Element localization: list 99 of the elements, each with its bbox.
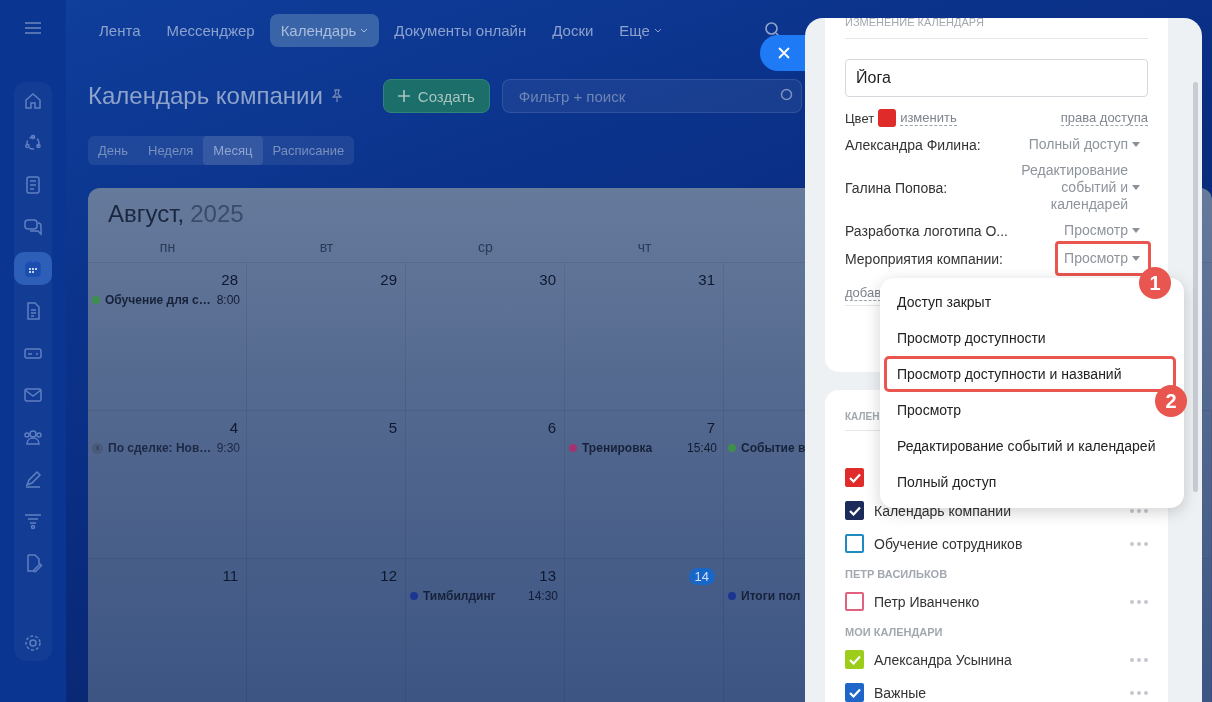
home-icon[interactable] xyxy=(23,90,43,111)
color-swatch[interactable] xyxy=(878,109,897,127)
check-icon xyxy=(848,687,861,698)
caret-icon xyxy=(1132,185,1140,190)
more-icon[interactable] xyxy=(1130,657,1148,662)
nodes-icon[interactable] xyxy=(23,132,43,153)
info-icon xyxy=(92,442,103,454)
check-icon xyxy=(848,505,861,516)
event-title[interactable]: Тренировка xyxy=(582,441,653,455)
calendar-name[interactable]: Александра Усынина xyxy=(874,651,1012,668)
caret-icon xyxy=(1132,228,1140,233)
view-tab[interactable]: Неделя xyxy=(138,136,204,165)
color-label: Цвет xyxy=(845,110,875,126)
group-heading: ПЕТР ВАСИЛЬКОВ xyxy=(845,567,949,582)
event-title[interactable]: Событие в xyxy=(741,441,806,455)
access-name: Разработка логотипа О... xyxy=(845,222,1008,239)
weekday-label: вт xyxy=(318,239,335,255)
group-heading: МОИ КАЛЕНДАРИ xyxy=(845,625,944,640)
calendar-icon[interactable] xyxy=(23,258,43,279)
day-number: 13 xyxy=(539,567,556,584)
more-icon[interactable] xyxy=(1130,541,1148,546)
check-icon xyxy=(848,472,861,483)
nav-item[interactable]: Мессенджер xyxy=(155,13,266,47)
today-badge: 14 xyxy=(688,568,715,585)
access-name: Александра Филина: xyxy=(845,136,981,153)
month-title: Август, xyxy=(108,200,185,227)
calendar-checkbox[interactable] xyxy=(845,501,864,520)
calendar-name[interactable]: Петр Иванченко xyxy=(874,593,980,610)
event-title[interactable]: Итоги пол xyxy=(741,589,801,603)
calendar-name[interactable]: Важные xyxy=(874,684,927,701)
day-number: 29 xyxy=(380,271,397,288)
menu-option[interactable]: Просмотр xyxy=(880,392,978,428)
more-icon[interactable] xyxy=(1130,690,1148,695)
menu-icon[interactable] xyxy=(25,22,41,34)
day-number: 6 xyxy=(547,419,556,436)
view-tab[interactable]: День xyxy=(88,136,138,165)
plus-icon xyxy=(397,90,410,102)
access-name: Галина Попова: xyxy=(845,179,948,196)
weekday-label: ср xyxy=(477,239,494,255)
menu-option[interactable]: Просмотр доступности xyxy=(880,320,1063,356)
day-number: 7 xyxy=(706,419,715,436)
view-tab[interactable]: Расписание xyxy=(262,136,355,165)
event-title[interactable]: Тимбилдинг xyxy=(423,589,496,603)
weekday-label: пн xyxy=(158,239,177,255)
event-time: 9:30 xyxy=(216,441,240,455)
close-button[interactable] xyxy=(760,35,805,71)
menu-option[interactable]: Редактирование событий и календарей xyxy=(880,428,1173,464)
calendar-checkbox[interactable] xyxy=(845,683,864,702)
day-number: 30 xyxy=(539,271,556,288)
menu-option[interactable]: Доступ закрыт xyxy=(880,284,1009,320)
caret-icon xyxy=(1132,142,1140,147)
event-title[interactable]: Обучение для с… xyxy=(105,293,211,307)
gear-icon[interactable] xyxy=(23,632,43,653)
access-rights-link[interactable]: права доступа xyxy=(1060,110,1148,126)
name-field[interactable]: Йога xyxy=(845,59,1148,97)
access-level-dropdown[interactable]: Просмотр xyxy=(1064,222,1140,239)
create-button[interactable]: Создать xyxy=(382,79,490,113)
access-level-dropdown[interactable]: Полный доступ xyxy=(1028,136,1140,153)
check-icon xyxy=(848,654,861,665)
newspaper-icon[interactable] xyxy=(23,174,43,195)
menu-option[interactable]: Просмотр доступности и названий xyxy=(884,356,1176,392)
weekday-label: чт xyxy=(636,239,653,255)
calendar-checkbox[interactable] xyxy=(845,468,864,487)
calendar-checkbox[interactable] xyxy=(845,592,864,611)
access-name: Мероприятия компании: xyxy=(845,250,1003,267)
day-number: 12 xyxy=(380,567,397,584)
access-level-dropdown[interactable]: Редактирование событий и календарей xyxy=(1006,162,1140,213)
day-number: 4 xyxy=(229,419,238,436)
chat-icon[interactable] xyxy=(23,216,43,237)
change-link[interactable]: изменить xyxy=(900,110,957,126)
close-icon xyxy=(778,47,790,59)
nav-item[interactable]: Доски xyxy=(541,13,605,47)
event-title[interactable]: По сделке: Нов… xyxy=(108,441,212,455)
calendar-name[interactable]: Календарь компании xyxy=(874,502,1011,519)
nav-item[interactable]: Еще xyxy=(608,13,673,47)
nav-item[interactable]: Календарь xyxy=(269,13,380,47)
calendar-checkbox[interactable] xyxy=(845,650,864,669)
menu-option[interactable]: Полный доступ xyxy=(880,464,1014,500)
day-number: 5 xyxy=(388,419,397,436)
calendar-name[interactable]: Обучение сотрудников xyxy=(874,535,1023,552)
more-icon[interactable] xyxy=(1130,599,1148,604)
event-time: 14:30 xyxy=(527,589,558,603)
calendar-checkbox[interactable] xyxy=(845,534,864,553)
caret-icon xyxy=(1132,256,1140,261)
day-number: 28 xyxy=(221,271,238,288)
event-time: 8:00 xyxy=(216,293,240,307)
pen-icon[interactable] xyxy=(23,468,43,489)
section-heading: ИЗМЕНЕНИЕ КАЛЕНДАРЯ xyxy=(845,18,1148,39)
view-tab[interactable]: Месяц xyxy=(203,136,263,165)
nav-item[interactable]: Лента xyxy=(88,13,152,47)
day-number: 31 xyxy=(698,271,715,288)
more-icon[interactable] xyxy=(1130,508,1148,513)
day-number: 11 xyxy=(222,567,238,584)
caret-icon xyxy=(360,27,369,33)
page-title: Календарь компании xyxy=(88,82,323,110)
pin-icon[interactable] xyxy=(330,89,343,103)
event-time: 15:40 xyxy=(686,441,717,455)
caret-icon xyxy=(653,27,662,33)
nav-item[interactable]: Документы онлайн xyxy=(383,13,538,47)
